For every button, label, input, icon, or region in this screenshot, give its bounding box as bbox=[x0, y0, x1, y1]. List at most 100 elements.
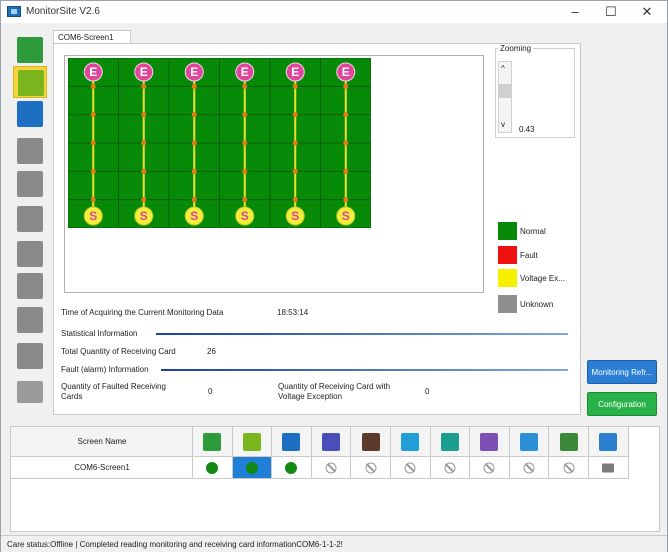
zoom-up-arrow[interactable]: ^ bbox=[501, 64, 505, 73]
maximize-button[interactable]: ☐ bbox=[591, 1, 631, 23]
smoke-icon bbox=[17, 171, 43, 197]
legend-swatch-unknown bbox=[498, 295, 517, 313]
configuration-button[interactable]: Configuration bbox=[587, 392, 657, 416]
not-available-icon bbox=[563, 462, 575, 473]
receiving-card-node[interactable] bbox=[242, 168, 248, 174]
column-header[interactable] bbox=[193, 427, 233, 457]
receiving-card-node[interactable] bbox=[292, 112, 298, 118]
minimize-button[interactable]: – bbox=[555, 1, 595, 23]
receiving-card-node[interactable] bbox=[343, 168, 349, 174]
receiving-card-node[interactable] bbox=[141, 112, 147, 118]
end-marker-label: E bbox=[190, 65, 198, 79]
app-icon bbox=[7, 6, 21, 17]
receiving-card-node[interactable] bbox=[90, 197, 96, 203]
start-marker-label: S bbox=[89, 209, 97, 223]
close-button[interactable]: ✕ bbox=[627, 1, 667, 23]
receiving-card-node[interactable] bbox=[343, 83, 349, 89]
sidebar-item-door[interactable] bbox=[13, 304, 47, 336]
monitoring-refresh-button[interactable]: Monitoring Refr... bbox=[587, 360, 657, 384]
magnet-icon bbox=[480, 432, 499, 451]
zoom-down-arrow[interactable]: v bbox=[501, 120, 505, 129]
receiving-card-node[interactable] bbox=[191, 168, 197, 174]
receiving-card-node[interactable] bbox=[90, 83, 96, 89]
status-cell[interactable] bbox=[470, 457, 510, 479]
zoom-scrollbar[interactable]: ^ v bbox=[498, 61, 512, 133]
receiving-card-node[interactable] bbox=[141, 140, 147, 146]
status-cell[interactable] bbox=[509, 457, 550, 479]
status-cell[interactable] bbox=[351, 457, 391, 479]
receiving-card-node[interactable] bbox=[292, 168, 298, 174]
receiving-card-node[interactable] bbox=[141, 197, 147, 203]
column-header[interactable] bbox=[549, 427, 589, 457]
column-header[interactable] bbox=[509, 427, 550, 457]
receiving-card-node[interactable] bbox=[191, 140, 197, 146]
screen-name-cell: COM6-Screen1 bbox=[74, 463, 130, 472]
receiving-card-node[interactable] bbox=[242, 112, 248, 118]
voltage-icon bbox=[17, 241, 43, 267]
door-icon bbox=[17, 307, 43, 333]
status-cell[interactable] bbox=[193, 457, 233, 479]
sidebar-item-temperature[interactable] bbox=[13, 98, 47, 130]
sidebar-item-fan[interactable] bbox=[13, 203, 47, 235]
monitoring-card-icon bbox=[242, 432, 261, 451]
zoom-thumb[interactable] bbox=[499, 84, 511, 98]
magnet-icon bbox=[17, 273, 43, 299]
sidebar-item-receiving-card[interactable] bbox=[13, 34, 47, 66]
sidebar-item-magnet[interactable] bbox=[13, 270, 47, 302]
receiving-card-node[interactable] bbox=[141, 168, 147, 174]
window-title: MonitorSite V2.6 bbox=[26, 6, 100, 17]
receiving-card-node[interactable] bbox=[292, 140, 298, 146]
sidebar-item-module[interactable] bbox=[13, 340, 47, 372]
main-window: MonitorSite V2.6 – ☐ ✕ COM6-Screen1 E S E S… bbox=[0, 0, 668, 552]
legend-label: Voltage Ex... bbox=[520, 274, 565, 283]
start-marker-label: S bbox=[241, 209, 249, 223]
receiving-card-node[interactable] bbox=[242, 140, 248, 146]
status-cell[interactable] bbox=[430, 457, 471, 479]
receiving-card-grid: E S E S E S E S E S E S bbox=[68, 58, 371, 228]
table-row[interactable]: COM6-Screen1 bbox=[11, 457, 193, 479]
receiving-card-node[interactable] bbox=[191, 197, 197, 203]
column-header[interactable] bbox=[470, 427, 510, 457]
status-cell[interactable] bbox=[232, 457, 273, 479]
column-header[interactable] bbox=[351, 427, 391, 457]
receiving-card-node[interactable] bbox=[90, 168, 96, 174]
sidebar-item-grid[interactable] bbox=[17, 381, 43, 403]
receiving-card-node[interactable] bbox=[292, 83, 298, 89]
sidebar-item-monitoring-card[interactable] bbox=[13, 66, 47, 98]
end-marker-label: E bbox=[342, 65, 350, 79]
column-header[interactable] bbox=[272, 427, 312, 457]
column-header[interactable] bbox=[589, 427, 629, 457]
total-value: 26 bbox=[207, 347, 216, 356]
column-header[interactable] bbox=[391, 427, 431, 457]
start-marker-label: S bbox=[342, 209, 350, 223]
receiving-card-node[interactable] bbox=[141, 83, 147, 89]
sidebar-item-voltage[interactable] bbox=[13, 238, 47, 270]
receiving-card-icon bbox=[203, 432, 222, 451]
receiving-card-node[interactable] bbox=[242, 83, 248, 89]
receiving-card-node[interactable] bbox=[191, 112, 197, 118]
status-cell[interactable] bbox=[391, 457, 431, 479]
receiving-card-node[interactable] bbox=[343, 112, 349, 118]
status-cell[interactable] bbox=[549, 457, 589, 479]
legend-swatch-fault bbox=[498, 246, 517, 264]
status-cell[interactable] bbox=[311, 457, 352, 479]
status-cell[interactable] bbox=[589, 457, 629, 479]
status-cell[interactable] bbox=[272, 457, 312, 479]
sidebar-item-humidity[interactable] bbox=[13, 135, 47, 167]
receiving-card-node[interactable] bbox=[90, 140, 96, 146]
receiving-card-node[interactable] bbox=[191, 83, 197, 89]
not-available-icon bbox=[404, 462, 416, 473]
column-header[interactable] bbox=[311, 427, 352, 457]
receiving-card-node[interactable] bbox=[343, 197, 349, 203]
receiving-card-node[interactable] bbox=[90, 112, 96, 118]
receiving-card-node[interactable] bbox=[343, 140, 349, 146]
start-marker-label: S bbox=[190, 209, 198, 223]
time-label: Time of Acquiring the Current Monitoring… bbox=[61, 308, 224, 317]
column-header[interactable] bbox=[232, 427, 273, 457]
column-header[interactable] bbox=[430, 427, 471, 457]
sidebar-item-smoke[interactable] bbox=[13, 168, 47, 200]
receiving-card-node[interactable] bbox=[292, 197, 298, 203]
tab-screen[interactable]: COM6-Screen1 bbox=[53, 30, 131, 44]
zoom-value: 0.43 bbox=[519, 125, 535, 134]
receiving-card-node[interactable] bbox=[242, 197, 248, 203]
